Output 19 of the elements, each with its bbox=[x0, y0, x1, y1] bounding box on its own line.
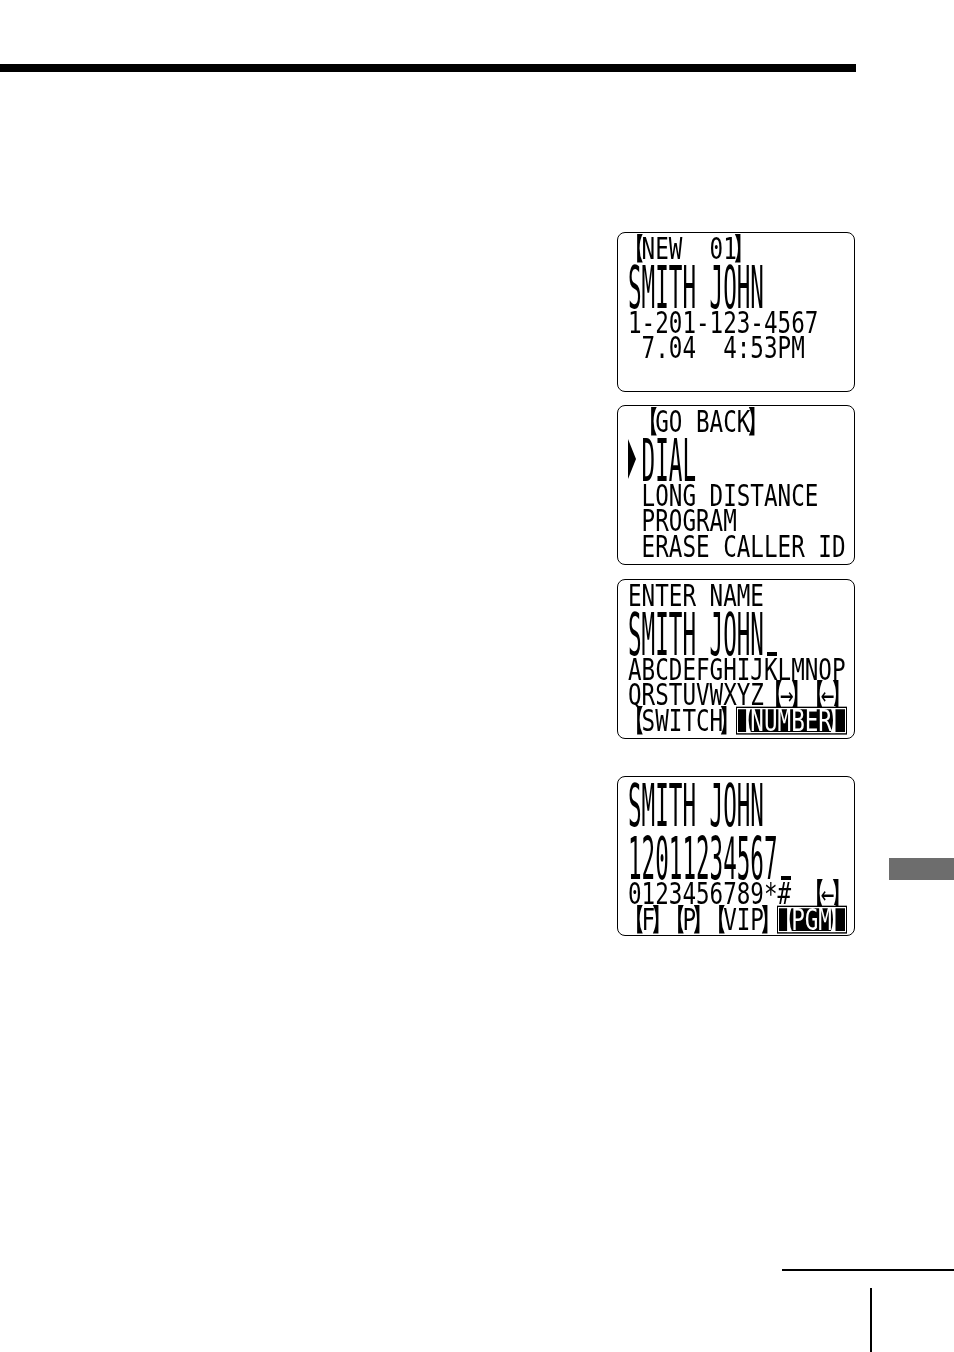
lcd-text: 7.04 4:53PM bbox=[640, 335, 805, 361]
menu-item[interactable]: DIAL bbox=[641, 438, 696, 484]
lcd-text: ENTER NAME bbox=[628, 582, 764, 609]
menu-item[interactable]: PROGRAM bbox=[641, 508, 737, 534]
lcd-text: 12011234567 bbox=[628, 837, 778, 882]
lcd-text: SMITH JOHN bbox=[628, 612, 764, 658]
soft-key[interactable]: 【SWITCH】 bbox=[628, 707, 737, 733]
lcd-text: SMITH JOHN bbox=[628, 784, 764, 829]
lcd-text: SMITH JOHN bbox=[628, 265, 764, 311]
soft-key[interactable]: 【P】 bbox=[668, 906, 710, 932]
menu-item[interactable]: LONG DISTANCE bbox=[641, 482, 819, 509]
soft-key[interactable]: 【F】 bbox=[628, 906, 669, 932]
menu-item[interactable]: 【GO BACK】 bbox=[641, 408, 764, 435]
menu-item[interactable]: ERASE CALLER ID bbox=[641, 533, 846, 560]
soft-key[interactable]: 【VIP】 bbox=[709, 906, 778, 932]
section-marker-bar bbox=[889, 858, 954, 880]
lcd-text: 【NEW 01】 bbox=[628, 235, 751, 262]
lcd-text: 1-201-123-4567 bbox=[628, 309, 819, 336]
pointer-icon bbox=[628, 438, 636, 479]
